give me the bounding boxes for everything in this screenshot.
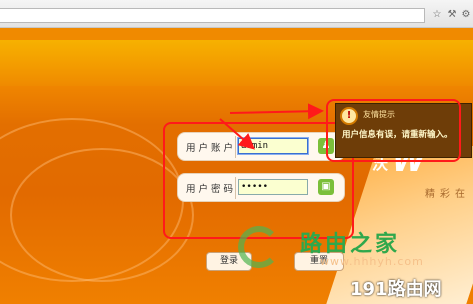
username-row: 用户账户 admin ♟ [177, 132, 345, 161]
username-label: 用户账户 [186, 143, 237, 154]
password-input[interactable]: ••••• [238, 179, 308, 195]
username-input[interactable]: admin [237, 137, 309, 155]
watermark-brand: 191路由网 [350, 279, 442, 300]
annotation-frame-tooltip [326, 99, 461, 162]
watermark-logo-icon [238, 226, 280, 268]
settings-icon[interactable]: ⚙ [460, 9, 472, 21]
password-label: 用户密码 [186, 184, 237, 195]
brand-slogan: 精彩在 [425, 189, 470, 200]
browser-toolbar: ☆ ⚒ ⚙ [0, 0, 473, 28]
tools-icon[interactable]: ⚒ [446, 9, 458, 21]
address-bar[interactable] [0, 8, 425, 23]
lock-icon: ▣ [318, 179, 334, 195]
divider [235, 177, 236, 199]
header-band [0, 40, 473, 86]
star-icon[interactable]: ☆ [431, 9, 443, 21]
watermark-url: www.hhhyh.com [320, 255, 424, 268]
watermark-site-name: 路由之家 [300, 232, 401, 257]
divider [235, 136, 236, 158]
password-row: 用户密码 ••••• ▣ [177, 173, 345, 202]
